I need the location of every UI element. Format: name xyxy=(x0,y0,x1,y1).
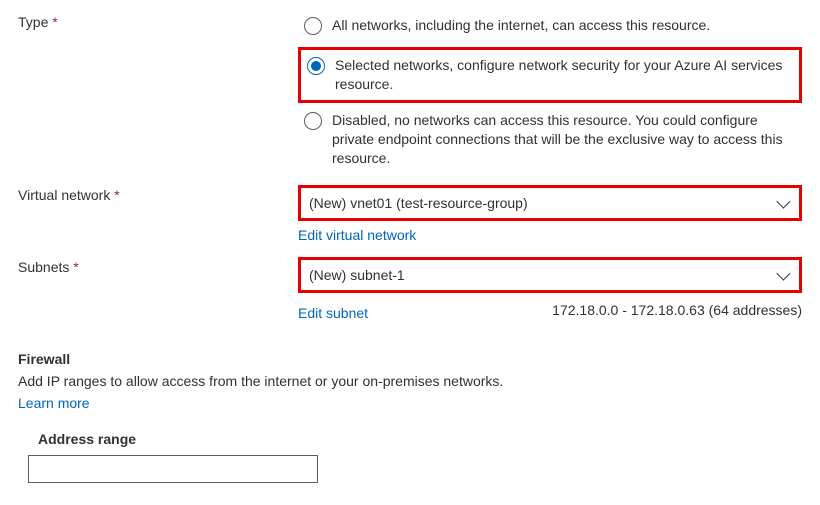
type-label: Type xyxy=(18,14,58,30)
radio-option-disabled[interactable]: Disabled, no networks can access this re… xyxy=(298,107,802,172)
subnets-dropdown[interactable]: (New) subnet-1 xyxy=(301,260,799,290)
radio-option-all[interactable]: All networks, including the internet, ca… xyxy=(298,12,802,39)
radio-selected-text: Selected networks, configure network sec… xyxy=(335,56,793,94)
vnet-label: Virtual network xyxy=(18,187,120,203)
vnet-value: (New) vnet01 (test-resource-group) xyxy=(309,195,528,211)
chevron-down-icon xyxy=(776,195,790,209)
radio-all-text: All networks, including the internet, ca… xyxy=(332,16,710,35)
radio-disabled-text: Disabled, no networks can access this re… xyxy=(332,111,796,168)
firewall-heading: Firewall xyxy=(18,351,802,367)
vnet-dropdown[interactable]: (New) vnet01 (test-resource-group) xyxy=(301,188,799,218)
subnets-value: (New) subnet-1 xyxy=(309,267,405,283)
firewall-desc: Add IP ranges to allow access from the i… xyxy=(18,373,802,389)
subnet-range: 172.18.0.0 - 172.18.0.63 (64 addresses) xyxy=(552,302,802,318)
radio-all[interactable] xyxy=(304,17,322,35)
radio-option-selected[interactable]: Selected networks, configure network sec… xyxy=(298,47,802,103)
edit-subnet-link[interactable]: Edit subnet xyxy=(298,305,368,321)
subnets-label: Subnets xyxy=(18,259,79,275)
firewall-learn-more[interactable]: Learn more xyxy=(18,395,90,411)
radio-disabled[interactable] xyxy=(304,112,322,130)
address-range-label: Address range xyxy=(38,431,802,447)
edit-vnet-link[interactable]: Edit virtual network xyxy=(298,227,416,243)
radio-selected[interactable] xyxy=(307,57,325,75)
address-range-input[interactable] xyxy=(28,455,318,483)
chevron-down-icon xyxy=(776,267,790,281)
